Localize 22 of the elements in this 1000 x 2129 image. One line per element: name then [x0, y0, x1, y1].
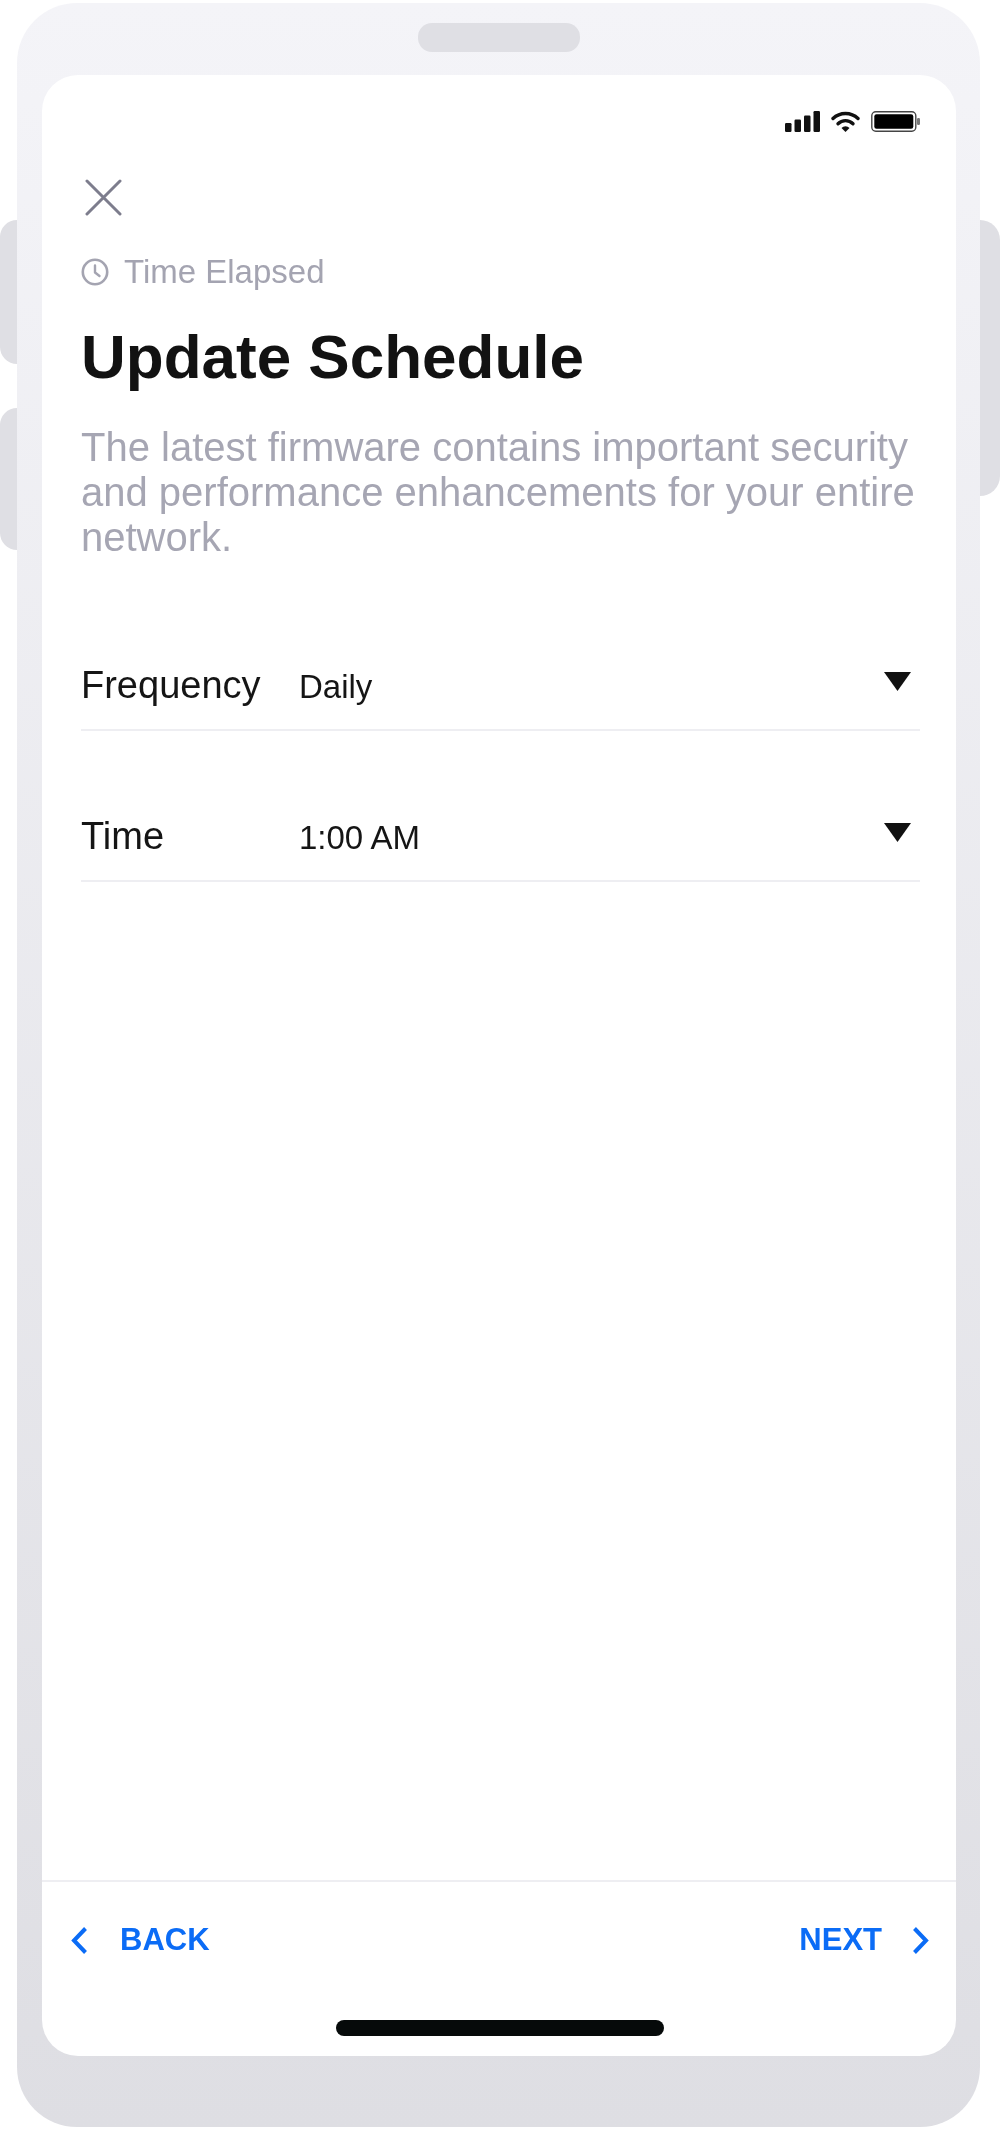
chevron-right-icon	[912, 1926, 929, 1954]
side-button[interactable]	[0, 220, 17, 364]
page-title: Update Schedule	[81, 321, 585, 393]
clock-icon	[81, 258, 109, 286]
close-icon	[85, 179, 122, 216]
close-button[interactable]	[85, 179, 122, 216]
signal-icon	[785, 111, 820, 132]
next-button[interactable]: NEXT	[799, 1922, 929, 1958]
field-label: Time	[81, 814, 166, 858]
side-button[interactable]	[0, 408, 17, 550]
side-button[interactable]	[980, 220, 1000, 496]
battery-icon	[871, 111, 920, 132]
caret-icon	[884, 822, 911, 842]
caret-icon	[884, 671, 911, 691]
description-text: The latest firmware contains important security and performance enhancements for your entire network.	[81, 425, 916, 560]
dropdown-field[interactable]: 1:00 AM	[299, 816, 920, 860]
field-label: Frequency	[81, 663, 262, 707]
wifi-icon	[831, 111, 860, 132]
elapsed-time-label: Time Elapsed	[124, 255, 325, 289]
back-button[interactable]: BACK	[71, 1922, 210, 1958]
dropdown-field[interactable]: Daily	[299, 665, 920, 709]
chevron-left-icon	[71, 1926, 88, 1954]
